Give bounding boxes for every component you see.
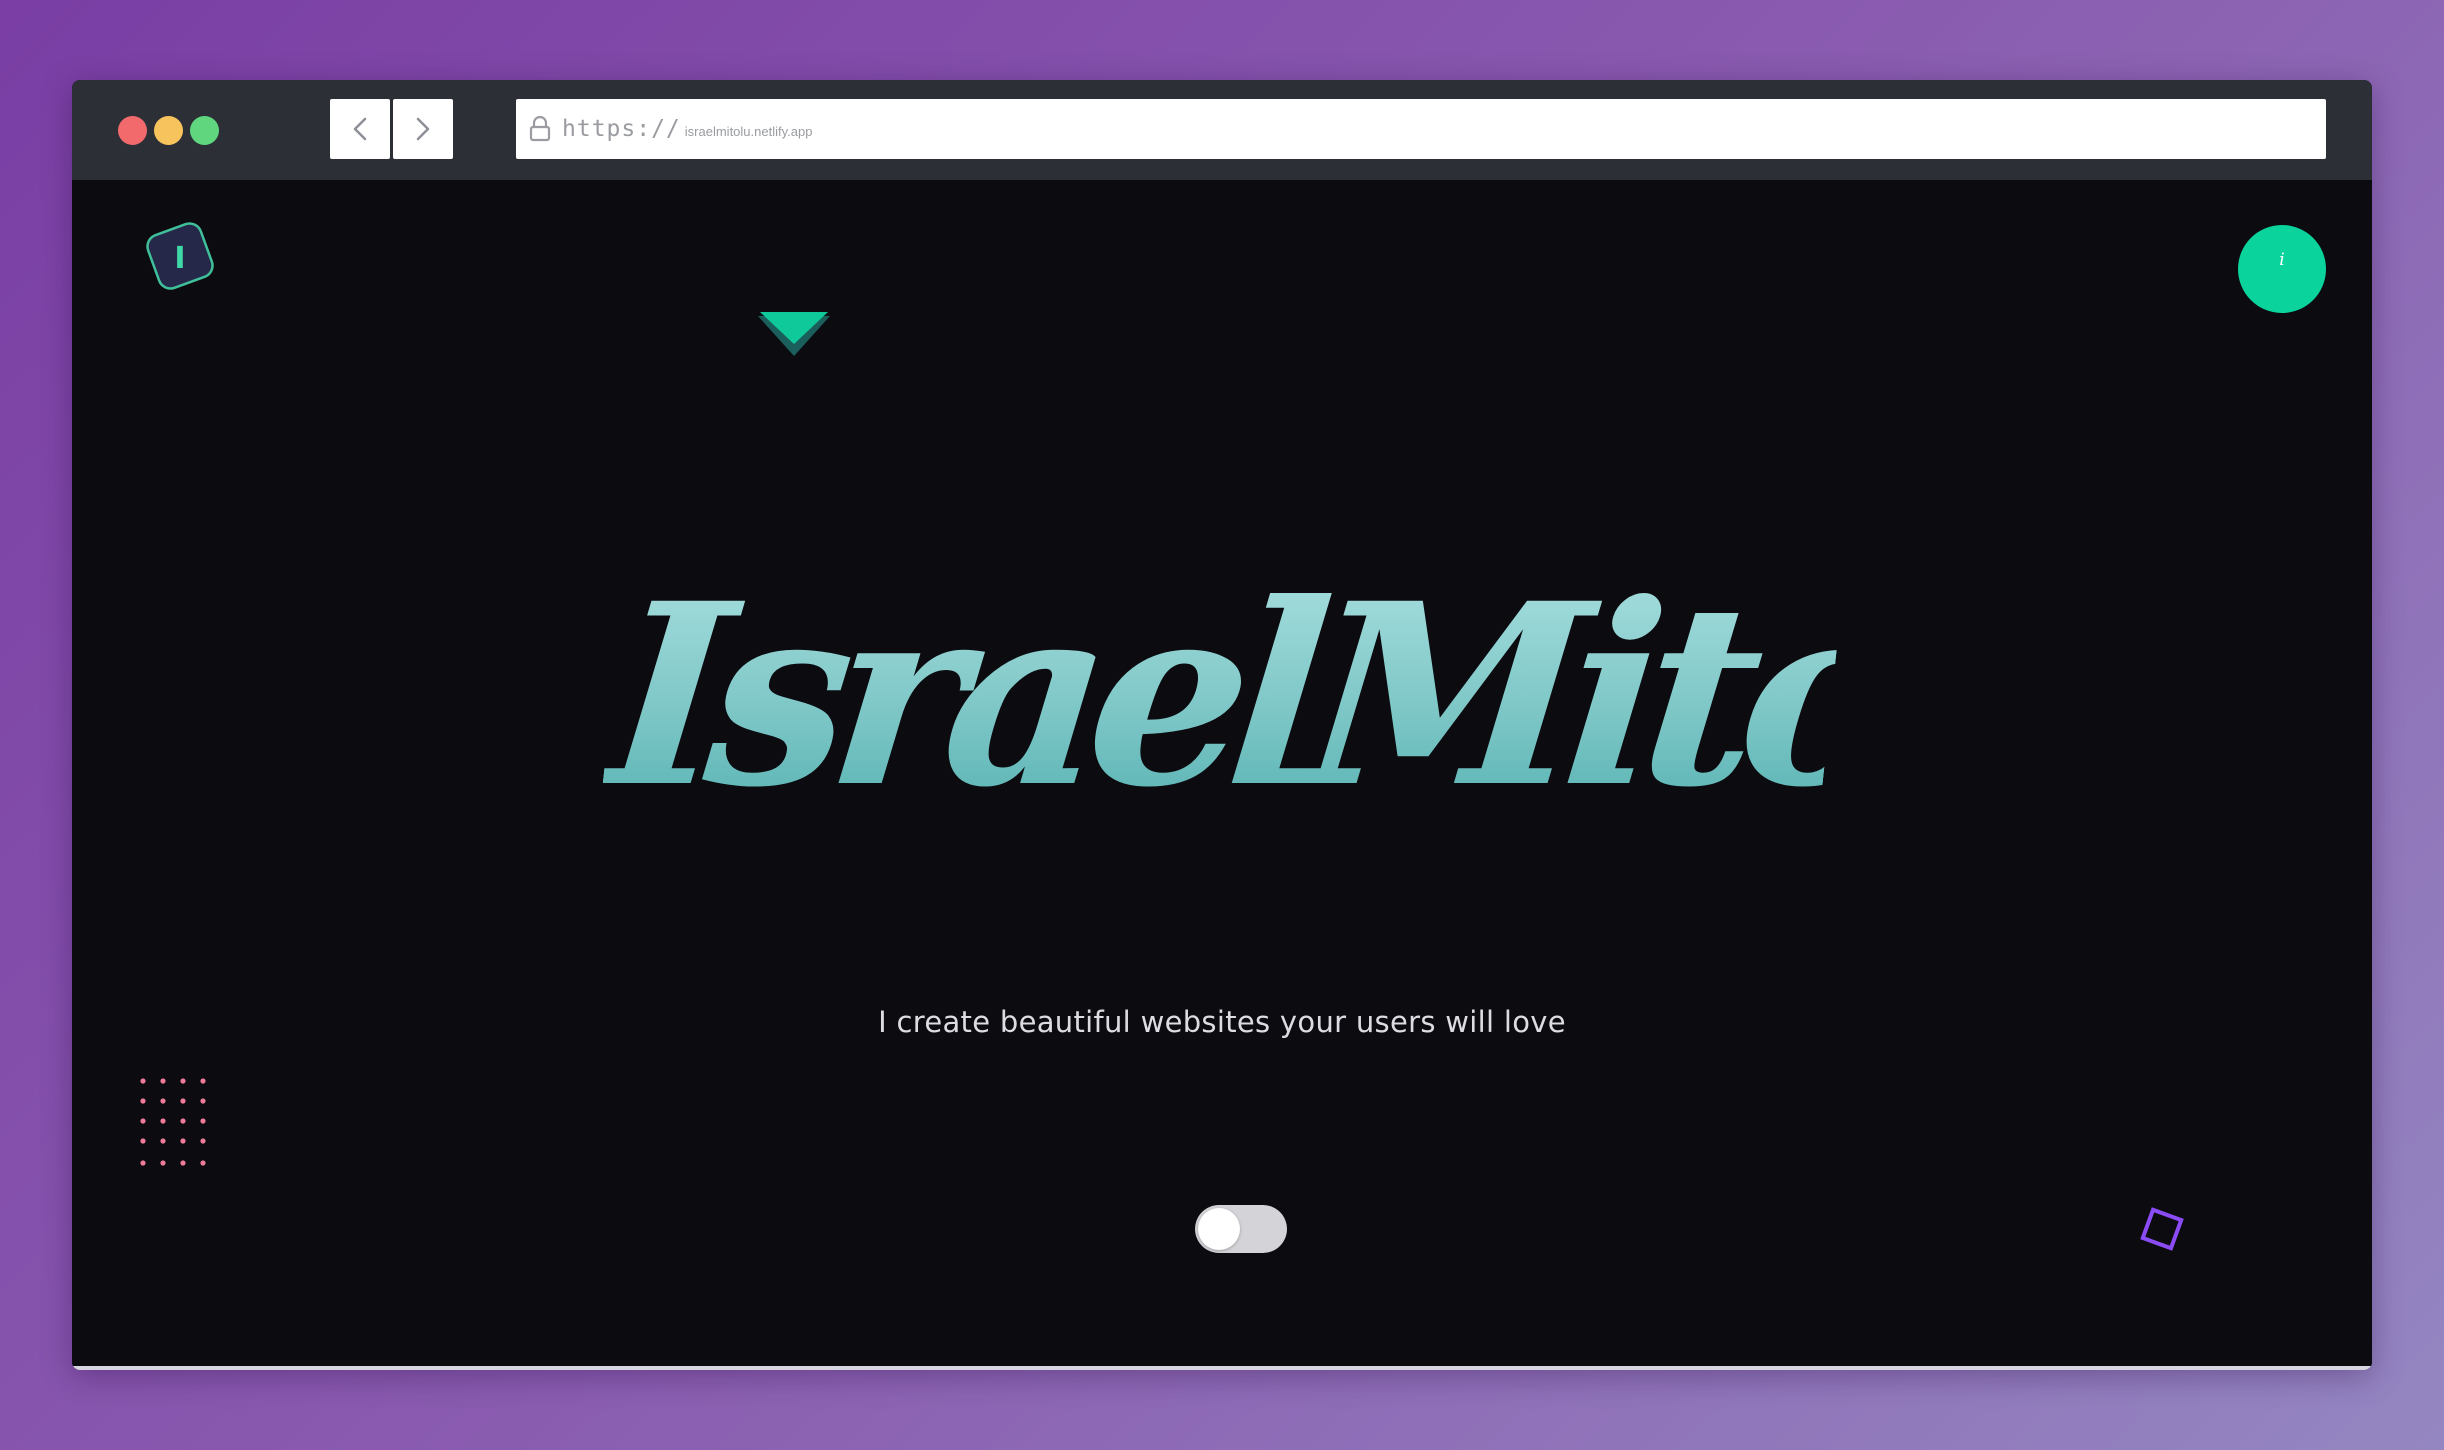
forward-button[interactable] [393, 99, 453, 159]
info-icon: i [2279, 250, 2285, 270]
browser-window: https:// israelmitolu.netlify.app I i Is… [72, 80, 2372, 1370]
address-bar[interactable]: https:// israelmitolu.netlify.app [516, 99, 2326, 159]
url-scheme: https:// [562, 116, 681, 142]
hero-title: IsraelMitolu [596, 548, 2148, 842]
close-window-button[interactable] [118, 116, 147, 145]
logo-letter: I [174, 241, 185, 276]
square-decoration [2140, 1207, 2184, 1251]
page-content: I i IsraelMitolu I create beautiful webs… [72, 180, 2372, 1366]
dot-grid-decoration [140, 1078, 206, 1166]
back-button[interactable] [330, 99, 390, 159]
triangle-decoration [758, 312, 830, 356]
minimize-window-button[interactable] [154, 116, 183, 145]
theme-toggle[interactable] [1195, 1205, 1287, 1253]
maximize-window-button[interactable] [190, 116, 219, 145]
site-logo[interactable]: I [142, 218, 218, 294]
lock-icon [526, 113, 554, 145]
chevron-right-icon [416, 117, 430, 141]
hero-tagline: I create beautiful websites your users w… [878, 1005, 1566, 1039]
url-host: israelmitolu.netlify.app [684, 124, 813, 139]
chevron-left-icon [353, 117, 367, 141]
info-button[interactable]: i [2238, 225, 2326, 313]
toggle-knob [1198, 1208, 1240, 1250]
browser-titlebar: https:// israelmitolu.netlify.app [72, 80, 2372, 180]
window-bottom-border [72, 1366, 2372, 1370]
